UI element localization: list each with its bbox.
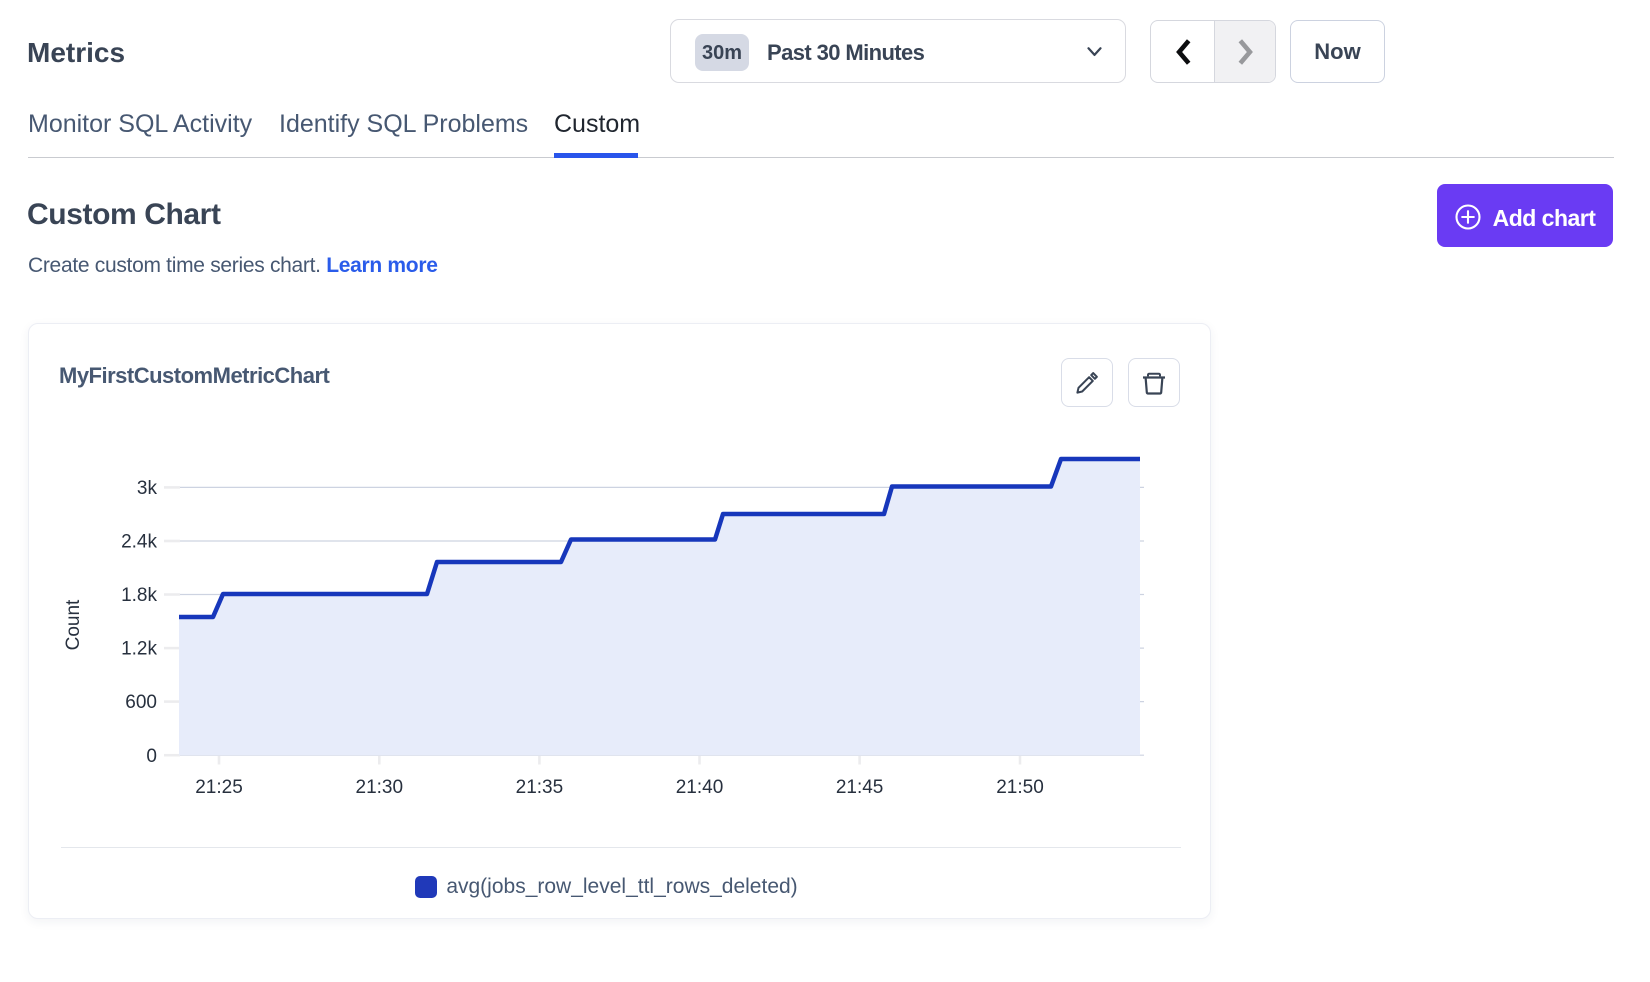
- svg-text:21:40: 21:40: [676, 777, 724, 798]
- svg-text:Count: Count: [63, 599, 84, 650]
- svg-text:21:30: 21:30: [356, 777, 404, 798]
- svg-text:0: 0: [146, 746, 157, 767]
- svg-text:21:35: 21:35: [516, 777, 564, 798]
- svg-text:1.8k: 1.8k: [121, 585, 157, 606]
- svg-text:21:50: 21:50: [996, 777, 1044, 798]
- svg-text:21:25: 21:25: [195, 777, 243, 798]
- svg-text:21:45: 21:45: [836, 777, 884, 798]
- svg-text:2.4k: 2.4k: [121, 532, 157, 553]
- svg-text:600: 600: [125, 692, 157, 713]
- svg-text:3k: 3k: [137, 478, 158, 499]
- svg-text:1.2k: 1.2k: [121, 639, 157, 660]
